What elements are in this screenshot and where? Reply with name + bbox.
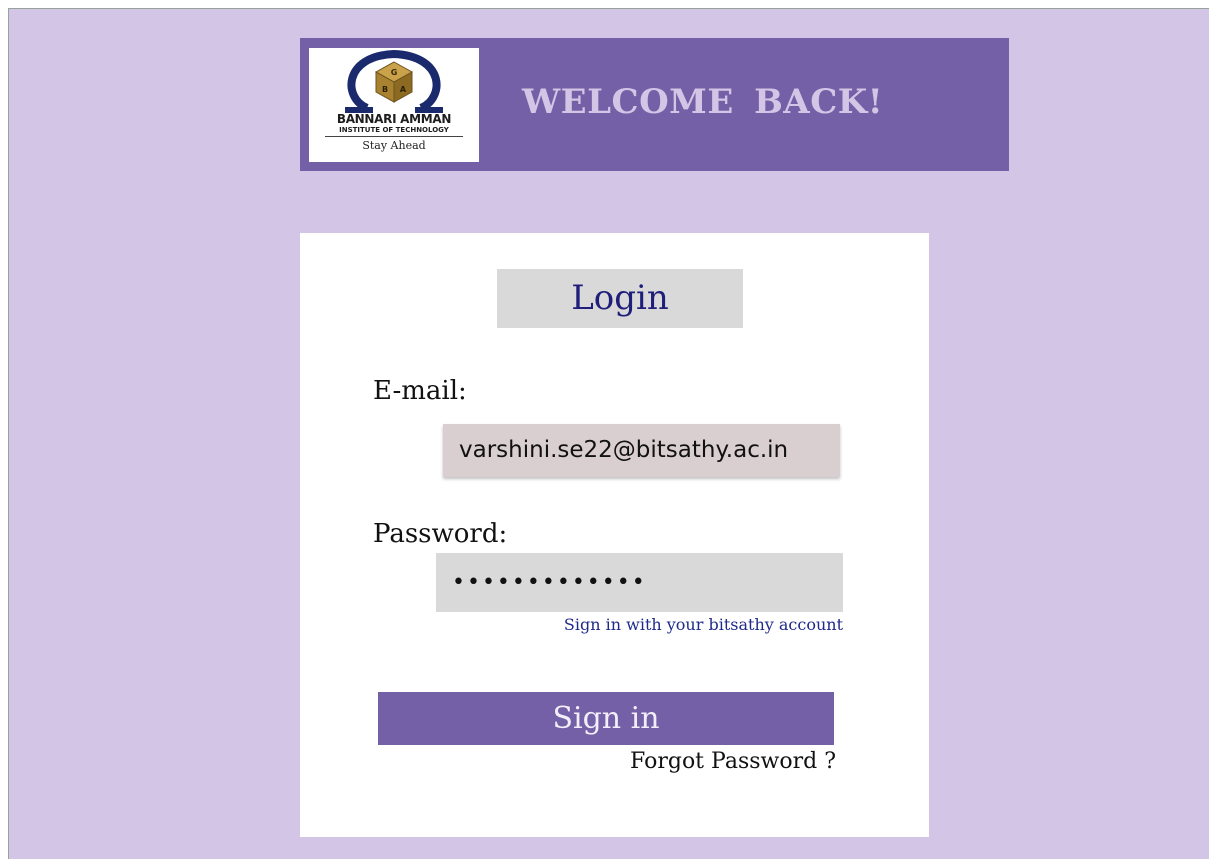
login-card: Login E-mail: Password: ••••••••••••• Si…	[300, 233, 929, 837]
logo-tagline: Stay Ahead	[362, 139, 426, 152]
bitsathy-account-hint[interactable]: Sign in with your bitsathy account	[527, 615, 843, 634]
omega-cube-logo-icon: G B A	[345, 50, 443, 113]
password-label: Password:	[373, 519, 508, 549]
logo-institute-subtitle: INSTITUTE OF TECHNOLOGY	[339, 126, 449, 134]
sign-in-button[interactable]: Sign in	[378, 692, 834, 745]
password-field[interactable]: •••••••••••••	[436, 553, 843, 612]
logo-divider	[325, 136, 463, 137]
svg-text:A: A	[400, 85, 407, 94]
welcome-heading: WELCOME BACK!	[522, 82, 884, 122]
email-field[interactable]	[443, 424, 840, 477]
svg-text:G: G	[391, 68, 398, 77]
login-title: Login	[497, 269, 743, 328]
logo-institute-name: BANNARI AMMAN	[336, 112, 452, 126]
institute-logo: G B A BANNARI AMMAN INSTITUTE OF TECHNOL…	[309, 48, 479, 162]
forgot-password-link[interactable]: Forgot Password ?	[586, 749, 836, 774]
svg-text:B: B	[382, 85, 388, 94]
header-banner: G B A BANNARI AMMAN INSTITUTE OF TECHNOL…	[300, 38, 1009, 171]
email-label: E-mail:	[373, 376, 467, 406]
